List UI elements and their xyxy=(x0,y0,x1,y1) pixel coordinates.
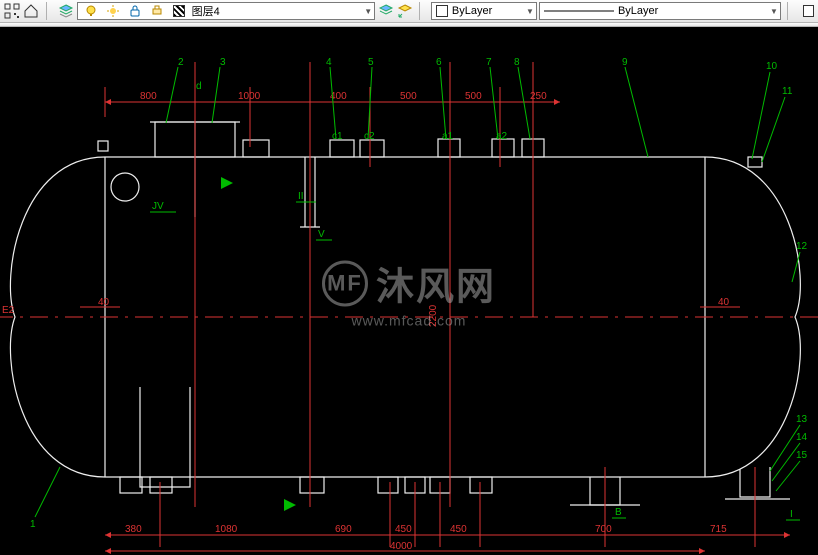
svg-text:B: B xyxy=(615,507,622,518)
svg-text:I: I xyxy=(790,509,793,520)
chevron-down-icon: ▼ xyxy=(364,7,372,16)
svg-text:c2: c2 xyxy=(364,131,375,142)
layer-dropdown-text: 图层4 xyxy=(192,3,220,19)
svg-text:1: 1 xyxy=(30,519,36,530)
svg-text:c1: c1 xyxy=(332,131,343,142)
svg-text:6: 6 xyxy=(436,57,442,68)
svg-text:15: 15 xyxy=(796,450,808,461)
layer-states-icon[interactable] xyxy=(377,2,394,20)
svg-text:II: II xyxy=(298,191,304,202)
color-swatch-icon xyxy=(436,5,448,17)
svg-text:14: 14 xyxy=(796,432,808,443)
svg-text:40: 40 xyxy=(718,297,730,308)
polar-origin xyxy=(98,141,108,151)
svg-text:a1: a1 xyxy=(442,131,454,142)
svg-text:4000: 4000 xyxy=(390,541,413,552)
svg-text:1080: 1080 xyxy=(215,524,238,535)
svg-text:380: 380 xyxy=(125,524,142,535)
svg-text:450: 450 xyxy=(450,524,467,535)
svg-text:40: 40 xyxy=(98,297,110,308)
layers-icon[interactable] xyxy=(58,2,75,20)
svg-text:12: 12 xyxy=(796,241,808,252)
chevron-down-icon: ▼ xyxy=(526,7,534,16)
svg-text:a2: a2 xyxy=(496,131,508,142)
svg-text:450: 450 xyxy=(395,524,412,535)
color-dropdown[interactable]: ByLayer ▼ xyxy=(431,2,537,20)
printable-icon xyxy=(148,2,166,20)
svg-text:500: 500 xyxy=(465,91,482,102)
house-icon[interactable] xyxy=(23,2,40,20)
svg-text:800: 800 xyxy=(140,91,157,102)
qr-icon[interactable] xyxy=(4,2,21,20)
color-dropdown-text: ByLayer xyxy=(452,5,492,17)
cad-drawing: 800 1000 400 500 500 250 380 1080 690 45… xyxy=(0,27,818,555)
svg-text:5: 5 xyxy=(368,57,374,68)
svg-text:d: d xyxy=(196,81,202,92)
svg-text:2200: 2200 xyxy=(428,304,439,327)
toolbar-row-1: 图层4 ▼ ByLayer ▼ ByLayer ▼ xyxy=(0,0,818,23)
svg-text:1000: 1000 xyxy=(238,91,261,102)
svg-text:11: 11 xyxy=(782,86,793,97)
svg-text:2: 2 xyxy=(178,57,184,68)
lock-icon xyxy=(126,2,144,20)
layer-swatch-icon xyxy=(170,2,188,20)
sun-icon xyxy=(104,2,122,20)
callouts: 2 3 4 5 6 7 8 9 10 11 12 13 14 15 1 xyxy=(30,57,808,530)
svg-text:9: 9 xyxy=(622,57,628,68)
svg-text:700: 700 xyxy=(595,524,612,535)
dim-chain-bottom: 380 1080 690 450 450 700 715 4000 xyxy=(105,524,790,552)
svg-text:7: 7 xyxy=(486,57,492,68)
svg-text:3: 3 xyxy=(220,57,226,68)
svg-text:690: 690 xyxy=(335,524,352,535)
layer-previous-icon[interactable] xyxy=(396,2,413,20)
svg-text:500: 500 xyxy=(400,91,417,102)
svg-text:4: 4 xyxy=(326,57,332,68)
linetype-preview-icon xyxy=(544,7,614,15)
svg-text:8: 8 xyxy=(514,57,520,68)
svg-text:10: 10 xyxy=(766,61,778,72)
cad-canvas[interactable]: 800 1000 400 500 500 250 380 1080 690 45… xyxy=(0,27,818,555)
svg-text:715: 715 xyxy=(710,524,727,535)
trailing-swatch-icon xyxy=(803,5,814,17)
chevron-down-icon: ▼ xyxy=(770,7,778,16)
svg-text:13: 13 xyxy=(796,414,808,425)
svg-text:250: 250 xyxy=(530,91,547,102)
svg-text:V: V xyxy=(318,229,325,240)
bulb-icon xyxy=(82,2,100,20)
layer-dropdown[interactable]: 图层4 ▼ xyxy=(77,2,376,20)
linetype-dropdown-text: ByLayer xyxy=(618,5,658,17)
linetype-dropdown[interactable]: ByLayer ▼ xyxy=(539,2,781,20)
vessel-body xyxy=(0,122,818,505)
svg-text:JV: JV xyxy=(152,201,164,212)
svg-text:E2: E2 xyxy=(2,305,15,316)
